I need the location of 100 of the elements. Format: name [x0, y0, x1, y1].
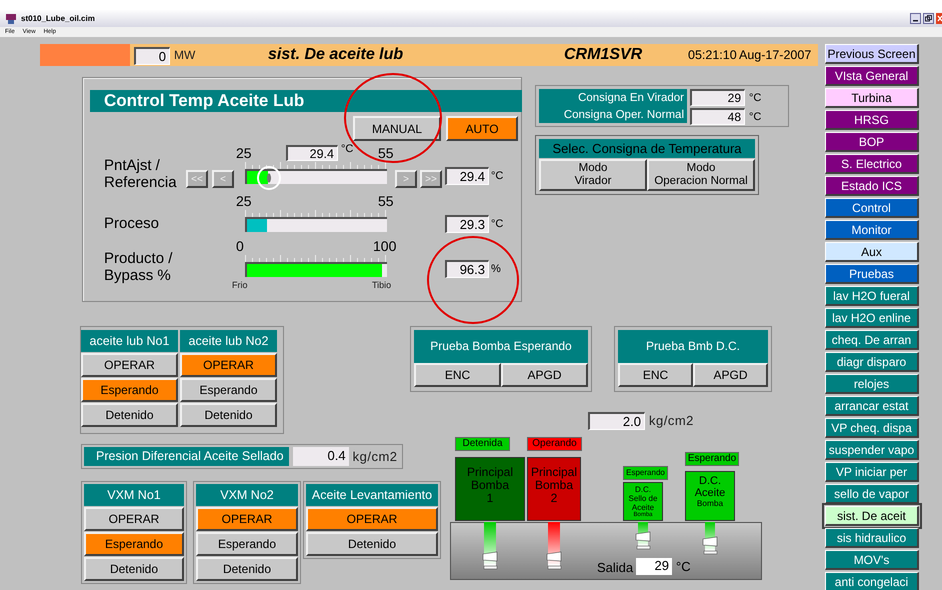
nav-button[interactable]: VP cheq. dispa — [825, 418, 919, 438]
pump-command-button[interactable]: OPERAR — [180, 353, 277, 377]
test-button[interactable]: APGD — [501, 363, 588, 387]
pump-shaft-drawing — [633, 522, 653, 550]
outlet-field: 29 — [636, 558, 672, 575]
setpoint-field: 29 — [690, 89, 745, 106]
pump-block[interactable]: Principal Bomba 2 — [527, 457, 581, 521]
nav-button[interactable]: lav H2O fueral — [825, 286, 919, 306]
pump-block[interactable]: D.C. Aceite Bomba — [685, 471, 735, 521]
pump-command-button[interactable]: Esperando — [81, 378, 178, 402]
screen-title: sist. De aceite lub — [268, 46, 404, 64]
group-title: VXM No1 — [84, 484, 184, 506]
scale-label: Tibio — [372, 280, 392, 290]
nav-button[interactable]: S. Electrico — [825, 154, 919, 174]
unit-label: % — [491, 263, 501, 275]
unit-label: °C — [491, 170, 504, 182]
nav-button[interactable]: Monitor — [825, 220, 919, 240]
row-label: Proceso — [104, 215, 160, 232]
scale-max: 100 — [373, 238, 396, 254]
row-label: PntAjst / Referencia — [104, 157, 177, 191]
target-field[interactable]: 29.4 — [286, 145, 338, 161]
mode-button[interactable]: MANUAL — [353, 116, 441, 141]
test-button[interactable]: ENC — [414, 363, 501, 387]
nav-button[interactable]: Aux — [825, 242, 919, 262]
minimize-icon[interactable] — [910, 13, 921, 24]
pump-status: Esperando — [685, 452, 739, 466]
nav-button[interactable]: Control — [825, 198, 919, 218]
pump-command-button[interactable]: Esperando — [180, 378, 277, 402]
unit-label: kg/cm2 — [352, 449, 398, 464]
unit-label: °C — [749, 92, 762, 104]
group-title: aceite lub No1 — [81, 330, 178, 352]
pump-command-button[interactable]: OPERAR — [81, 353, 178, 377]
pump-command-button[interactable]: Detenido — [196, 557, 298, 581]
pump-command-button[interactable]: Detenido — [81, 403, 178, 427]
nav-button[interactable]: Estado ICS — [825, 176, 919, 196]
panel-title: Control Temp Aceite Lub — [90, 90, 522, 112]
date-label: Aug-17-2007 — [739, 48, 812, 62]
nav-button[interactable]: VP iniciar per — [825, 462, 919, 482]
close-icon[interactable] — [936, 13, 942, 24]
pump-status: Operando — [527, 437, 582, 451]
window-title: st010_Lube_oil.cim — [21, 14, 95, 23]
nav-button[interactable]: MOV's — [825, 550, 919, 570]
nav-button[interactable]: arrancar estat — [825, 396, 919, 416]
nav-button[interactable]: diagr disparo — [825, 352, 919, 372]
nav-button[interactable]: Turbina — [825, 88, 919, 108]
pump-command-button[interactable]: Esperando — [196, 532, 298, 556]
row-label: Producto / Bypass % — [104, 250, 172, 284]
test-title: Prueba Bomba Esperando — [414, 330, 588, 363]
station-name: CRM1SVR — [564, 46, 642, 64]
group-title: VXM No2 — [196, 484, 298, 506]
pump-command-button[interactable]: Detenido — [180, 403, 277, 427]
scale-min: 25 — [236, 193, 252, 209]
nav-button[interactable]: Previous Screen — [825, 44, 919, 64]
nav-button[interactable]: lav H2O enline — [825, 308, 919, 328]
setpoint-label: Consigna Oper. Normal — [564, 108, 684, 120]
pump-command-button[interactable]: Detenido — [306, 532, 438, 556]
nav-button[interactable]: VIsta General — [825, 66, 919, 86]
nav-button[interactable]: BOP — [825, 132, 919, 152]
test-button[interactable]: APGD — [693, 363, 768, 387]
nav-button[interactable]: anti congelaci — [825, 572, 919, 590]
pump-shaft-drawing — [544, 522, 564, 570]
unit-label: °C — [749, 110, 762, 122]
outlet-label: Salida — [597, 560, 634, 575]
mode-button[interactable]: AUTO — [446, 116, 518, 141]
scale-max: 55 — [378, 193, 394, 209]
pump-command-button[interactable]: Esperando — [84, 532, 184, 556]
nav-button[interactable]: sist. De aceit — [825, 506, 919, 526]
nav-button[interactable]: Pruebas — [825, 264, 919, 284]
group-title: Aceite Levantamiento — [306, 484, 438, 506]
value-field: 29.3 — [445, 215, 489, 233]
nav-button[interactable]: HRSG — [825, 110, 919, 130]
nav-button[interactable]: sis hidraulico — [825, 528, 919, 548]
time-label: 05:21:10 — [688, 48, 737, 62]
test-title: Prueba Bmb D.C. — [618, 330, 768, 363]
test-button[interactable]: ENC — [618, 363, 693, 387]
setpoint-label: Consigna En Virador — [578, 92, 684, 104]
pump-command-button[interactable]: Detenido — [84, 557, 184, 581]
value-field: 29.4 — [445, 167, 489, 185]
restore-icon[interactable] — [923, 13, 934, 24]
pump-status: Detenida — [455, 437, 510, 451]
scale-min: 25 — [236, 145, 252, 161]
unit-label: MW — [174, 48, 196, 62]
pressure-field: 0.4 — [292, 447, 349, 466]
unit-label: °C — [676, 559, 691, 574]
pressure-label: Presion Diferencial Aceite Sellado — [84, 447, 289, 466]
nav-button[interactable]: cheq. De arran — [825, 330, 919, 350]
scale-min: 0 — [236, 238, 244, 254]
pump-command-button[interactable]: OPERAR — [196, 507, 298, 531]
nav-button[interactable]: sello de vapor — [825, 484, 919, 504]
unit-label: kg/cm2 — [649, 413, 694, 428]
power-field: 0 — [134, 47, 170, 65]
slider-thumb[interactable] — [256, 166, 281, 190]
nav-button[interactable]: suspender vapo — [825, 440, 919, 460]
mode-button[interactable]: Modo Virador — [539, 159, 647, 191]
mode-button[interactable]: Modo Operacion Normal — [647, 159, 755, 191]
unit-label: °C — [341, 143, 354, 155]
nav-button[interactable]: relojes — [825, 374, 919, 394]
panel-title: Selec. Consigna de Temperatura — [539, 139, 755, 158]
pump-command-button[interactable]: OPERAR — [306, 507, 438, 531]
pump-command-button[interactable]: OPERAR — [84, 507, 184, 531]
